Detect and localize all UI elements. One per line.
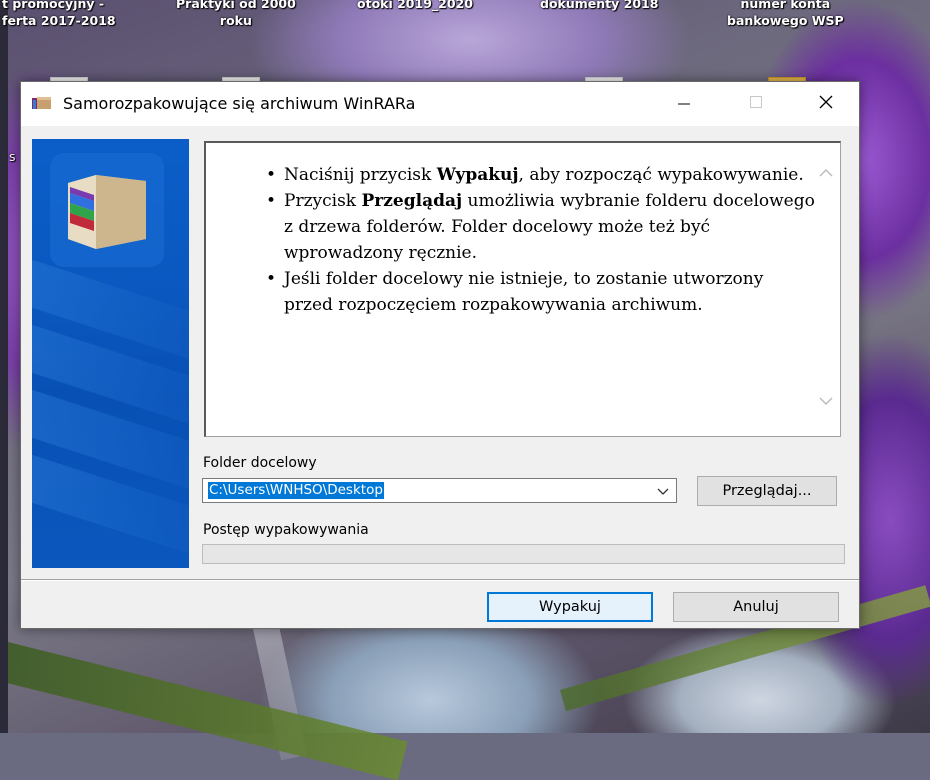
window-title: Samorozpakowujące się archiwum WinRARa — [63, 94, 416, 113]
desktop-icon-label-line: otoki 2019_2020 — [357, 0, 473, 11]
instruction-text: , aby rozpocząć wypakowywanie. — [518, 165, 804, 185]
scroll-down-arrow-icon[interactable] — [818, 393, 834, 409]
instruction-text: Przycisk — [284, 191, 362, 211]
maximize-icon — [750, 96, 762, 108]
desktop-icon-label-line: t promocyjny - — [2, 0, 105, 11]
winrar-sfx-dialog: Samorozpakowujące się archiwum WinRARa •… — [20, 81, 860, 629]
instruction-text: Naciśnij przycisk — [284, 165, 437, 185]
chevron-down-icon[interactable] — [657, 485, 669, 497]
footer-divider — [21, 579, 859, 580]
extraction-progress-bar — [202, 544, 845, 564]
desktop-icon-label[interactable]: otoki 2019_2020 — [357, 0, 473, 12]
desktop-icon-label-line: dokumenty 2018 — [540, 0, 659, 11]
destination-folder-combobox[interactable]: C:\Users\WNHSO\Desktop — [202, 478, 677, 503]
screen-edge — [0, 0, 8, 733]
maximize-button[interactable] — [733, 82, 779, 122]
minimize-icon — [678, 103, 690, 105]
extract-button[interactable]: Wypakuj — [487, 592, 653, 622]
instructions-text-area[interactable]: Naciśnij przycisk Wypakuj, aby rozpocząć… — [204, 141, 841, 437]
desktop-icon-label-line: roku — [219, 13, 252, 28]
desktop-icon-label-line: numer konta — [740, 0, 831, 11]
close-icon — [819, 95, 833, 109]
title-bar[interactable]: Samorozpakowujące się archiwum WinRARa — [21, 82, 859, 126]
instruction-item: Przycisk Przeglądaj umożliwia wybranie f… — [266, 188, 815, 266]
desktop-icon-label-fragment: s — [9, 149, 16, 164]
desktop-icon-label[interactable]: Praktyki od 2000 roku — [176, 0, 296, 29]
winrar-logo-icon — [50, 153, 164, 267]
desktop-icon-label-line: Praktyki od 2000 — [176, 0, 296, 11]
desktop-icon-label-line: ferta 2017-2018 — [2, 13, 116, 28]
instruction-bold-text: Wypakuj — [436, 165, 519, 185]
destination-folder-value[interactable]: C:\Users\WNHSO\Desktop — [208, 482, 384, 499]
instructions-list: Naciśnij przycisk Wypakuj, aby rozpocząć… — [254, 162, 815, 318]
desktop-icon-label[interactable]: dokumenty 2018 — [540, 0, 658, 12]
scroll-up-arrow-icon[interactable] — [818, 165, 834, 181]
minimize-button[interactable] — [661, 82, 707, 122]
close-button[interactable] — [803, 82, 849, 122]
instruction-item: Jeśli folder docelowy nie istnieje, to z… — [266, 266, 815, 318]
desktop-icon-label[interactable]: t promocyjny - ferta 2017-2018 — [2, 0, 116, 29]
desktop-icon-label-line: bankowego WSP — [727, 13, 844, 28]
cancel-button[interactable]: Anuluj — [673, 592, 839, 622]
instruction-bold-text: Przeglądaj — [361, 191, 463, 211]
extraction-progress-label: Postęp wypakowywania — [203, 522, 369, 538]
browse-button[interactable]: Przeglądaj... — [697, 476, 837, 506]
winrar-archive-icon — [32, 97, 51, 109]
instruction-text: Jeśli folder docelowy nie istnieje, to z… — [284, 269, 764, 315]
instruction-item: Naciśnij przycisk Wypakuj, aby rozpocząć… — [266, 162, 815, 188]
destination-folder-label: Folder docelowy — [203, 455, 317, 471]
desktop-icon-label[interactable]: numer konta bankowego WSP — [727, 0, 844, 29]
sfx-banner — [32, 139, 189, 568]
